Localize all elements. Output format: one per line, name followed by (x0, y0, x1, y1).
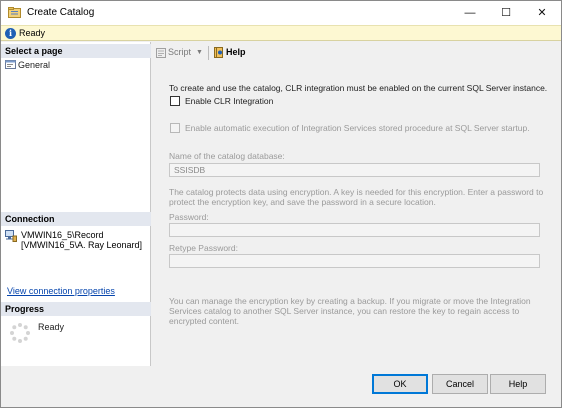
enable-clr-checkbox[interactable] (170, 96, 180, 106)
maximize-button[interactable]: ☐ (489, 1, 523, 25)
page-icon (5, 60, 16, 69)
progress-status: Ready (38, 322, 65, 332)
minimize-button[interactable]: — (453, 1, 487, 25)
enable-clr-label: Enable CLR Integration (185, 96, 274, 106)
connection-server: VMWIN16_5\Record (21, 230, 104, 240)
auto-exec-checkbox[interactable] (170, 123, 180, 133)
help-toolbar-button[interactable]: Help (214, 47, 246, 59)
left-panel: Select a page General Connection VMWIN16… (1, 42, 151, 366)
retype-password-label: Retype Password: (169, 243, 238, 253)
window-title: Create Catalog (27, 7, 95, 18)
form-content: To create and use the catalog, CLR integ… (152, 64, 561, 366)
connection-user: [VMWIN16_5\A. Ray Leonard] (21, 240, 143, 250)
server-connection-icon (5, 230, 17, 242)
backup-note-line3: encrypted content. (169, 316, 239, 326)
info-icon: i (5, 28, 16, 39)
page-item-general[interactable]: General (5, 60, 50, 71)
password-label: Password: (169, 212, 209, 222)
script-button[interactable]: Script (156, 47, 191, 58)
toolbar-separator (208, 46, 209, 60)
status-text: Ready (19, 28, 46, 38)
dialog-button-bar: OK Cancel Help (1, 366, 561, 407)
page-item-label: General (18, 60, 51, 70)
backup-note-line2: Services catalog to another SQL Server i… (169, 306, 520, 316)
connection-header: Connection (1, 212, 151, 226)
view-connection-properties-link[interactable]: View connection properties (7, 286, 115, 296)
script-label: Script (168, 47, 192, 57)
catalog-name-label: Name of the catalog database: (169, 151, 285, 161)
encryption-note-line2: protect the encryption key, and save the… (169, 197, 436, 207)
catalog-app-icon (8, 7, 21, 18)
catalog-name-input[interactable]: SSISDB (169, 163, 540, 177)
progress-header: Progress (1, 302, 151, 316)
clr-note: To create and use the catalog, CLR integ… (169, 83, 548, 93)
retype-password-input[interactable] (169, 254, 540, 268)
select-page-header: Select a page (1, 44, 151, 58)
progress-spinner-icon (10, 323, 30, 343)
help-label: Help (226, 47, 246, 57)
cancel-button[interactable]: Cancel (432, 374, 488, 394)
create-catalog-dialog: Create Catalog — ☐ ✕ i Ready Select a pa… (0, 0, 562, 408)
script-dropdown-icon[interactable]: ▼ (196, 49, 203, 56)
close-button[interactable]: ✕ (525, 1, 559, 25)
right-panel: Script ▼ Help To create and use the cata… (152, 42, 561, 366)
ok-button[interactable]: OK (372, 374, 428, 394)
toolbar: Script ▼ Help (152, 42, 561, 64)
title-bar: Create Catalog — ☐ ✕ (1, 1, 561, 25)
status-bar: i Ready (1, 25, 561, 41)
backup-note-line1: You can manage the encryption key by cre… (169, 296, 531, 306)
auto-exec-label: Enable automatic execution of Integratio… (185, 123, 530, 133)
password-input[interactable] (169, 223, 540, 237)
encryption-note-line1: The catalog protects data using encrypti… (169, 187, 544, 197)
help-button[interactable]: Help (490, 374, 546, 394)
help-book-icon (214, 47, 223, 59)
script-icon (156, 47, 166, 58)
